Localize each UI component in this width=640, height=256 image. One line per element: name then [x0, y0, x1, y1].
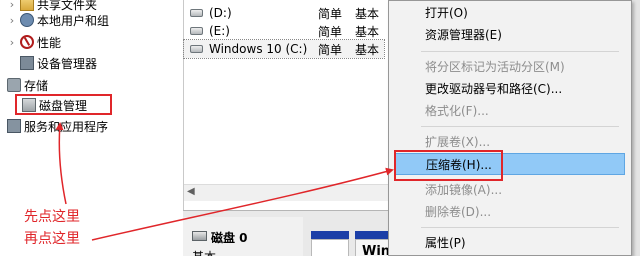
volume-name: (E:): [209, 24, 230, 38]
disk-type: 基本: [192, 248, 216, 256]
drive-icon: [190, 45, 203, 53]
tree-item-local-users[interactable]: › 本地用户和组: [6, 10, 109, 30]
annotation-then-click: 再点这里: [24, 231, 80, 247]
menu-item-open[interactable]: 打开(O): [395, 2, 625, 24]
device-manager-icon: [20, 56, 34, 70]
tree-item-performance[interactable]: › 性能: [6, 32, 61, 52]
volume-row[interactable]: (D:) 简单 基本: [184, 4, 384, 22]
tree-item-label: 服务和应用程序: [24, 119, 109, 134]
chevron-right-icon[interactable]: ›: [6, 36, 18, 49]
tree-item-label: 存储: [24, 78, 49, 93]
storage-icon: [7, 78, 21, 92]
menu-item-mark-active[interactable]: 将分区标记为活动分区(M): [395, 56, 625, 78]
tree-item-label: 本地用户和组: [37, 13, 110, 28]
volume-layout: 简单: [318, 24, 343, 39]
drive-icon: [190, 9, 203, 17]
context-menu: 打开(O) 资源管理器(E) 将分区标记为活动分区(M) 更改驱动器号和路径(C…: [388, 0, 632, 256]
volume-layout: 简单: [318, 6, 343, 21]
menu-item-delete-volume[interactable]: 删除卷(D)...: [395, 201, 625, 223]
volume-type: 基本: [355, 6, 380, 21]
menu-item-add-mirror[interactable]: 添加镜像(A)...: [395, 179, 625, 201]
annotation-first-click: 先点这里: [24, 209, 80, 225]
partition-block[interactable]: [311, 239, 349, 256]
users-icon: [20, 13, 34, 27]
scroll-left-icon[interactable]: ◀: [187, 186, 195, 197]
chevron-right-icon[interactable]: ›: [6, 0, 18, 11]
highlight-box-shrink-volume: [394, 150, 503, 181]
services-icon: [7, 119, 21, 133]
volume-row-selected[interactable]: Windows 10 (C:) 简单 基本: [183, 39, 385, 59]
tree-item-label: 性能: [37, 35, 62, 50]
disk-0-info[interactable]: 磁盘 0 基本: [183, 217, 303, 256]
highlight-box-disk-management: [15, 94, 112, 115]
volume-layout: 简单: [318, 42, 343, 57]
chevron-right-icon[interactable]: ›: [6, 14, 18, 27]
volume-name: (D:): [209, 6, 232, 20]
disk-icon: [192, 231, 207, 241]
menu-separator: [421, 227, 619, 228]
disk-name: 磁盘 0: [211, 231, 248, 245]
volume-type: 基本: [355, 24, 380, 39]
tree-item-storage[interactable]: 存储: [1, 75, 48, 95]
menu-item-explore[interactable]: 资源管理器(E): [395, 24, 625, 46]
volume-type: 基本: [355, 42, 380, 57]
drive-icon: [190, 27, 203, 35]
menu-separator: [421, 51, 619, 52]
volume-row[interactable]: (E:) 简单 基本: [184, 22, 384, 40]
tree-item-device-manager[interactable]: 设备管理器: [6, 53, 97, 73]
tree-item-services-apps[interactable]: 服务和应用程序: [1, 116, 108, 136]
horizontal-scrollbar[interactable]: ◀: [184, 184, 394, 201]
background-pane-edge: [632, 0, 640, 256]
menu-item-properties[interactable]: 属性(P): [395, 232, 625, 254]
menu-separator: [421, 126, 619, 127]
menu-item-change-drive-letter[interactable]: 更改驱动器号和路径(C)...: [395, 78, 625, 100]
tree-item-label: 设备管理器: [37, 56, 98, 71]
partition-bar: [311, 231, 349, 239]
performance-icon: [20, 35, 34, 49]
volume-name: Windows 10 (C:): [209, 42, 308, 56]
partition-label: Win: [362, 244, 391, 256]
menu-item-format[interactable]: 格式化(F)...: [395, 100, 625, 122]
